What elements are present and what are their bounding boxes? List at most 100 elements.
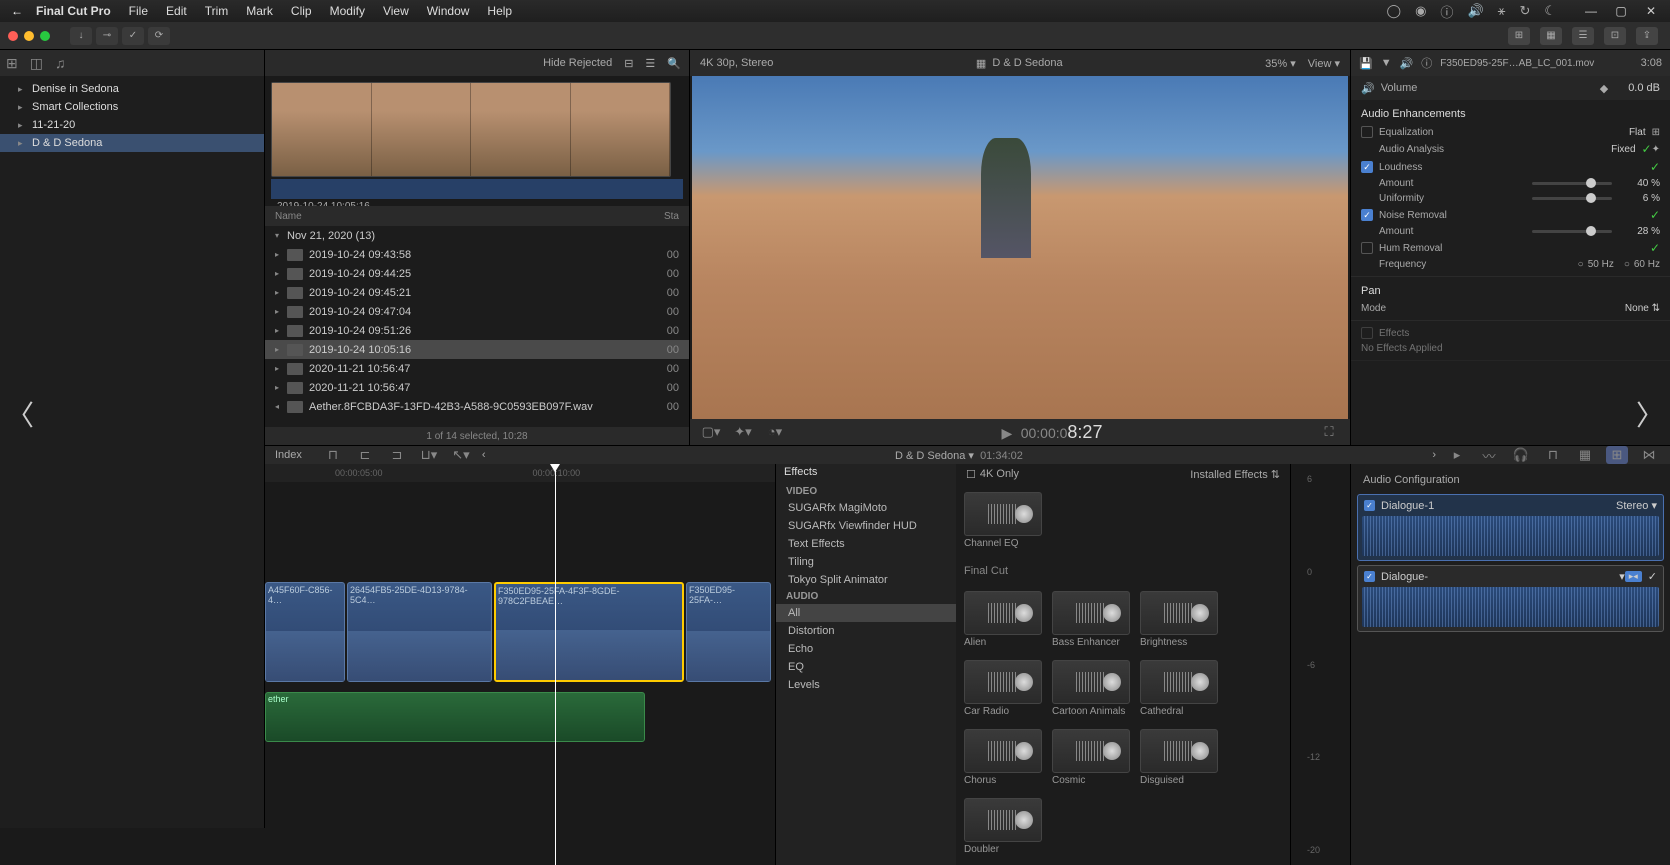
effect-thumb[interactable]: Brightness (1140, 591, 1218, 650)
effect-thumb[interactable]: Cartoon Animals (1052, 660, 1130, 719)
append-icon[interactable]: ⊐ (386, 446, 408, 464)
filmstrip[interactable]: 2019-10-24 10:05:16 (265, 76, 689, 206)
import-button[interactable]: ↓ (70, 27, 92, 45)
video-tab-icon[interactable]: ▼ (1381, 57, 1392, 69)
clip-row[interactable]: ▸2019-10-24 09:51:2600 (265, 321, 689, 340)
timeline-project[interactable]: D & D Sedona (895, 450, 965, 462)
window-close-icon[interactable]: ✕ (1640, 2, 1662, 20)
connect-icon[interactable]: ⊓ (322, 446, 344, 464)
clip-row[interactable]: ▸2020-11-21 10:56:4700 (265, 359, 689, 378)
tray-dnd-icon[interactable]: ☾ (1544, 3, 1556, 19)
loudness-checkbox[interactable]: ✓ (1361, 161, 1373, 173)
skimming-icon[interactable]: ▸ (1446, 446, 1468, 464)
retime-tool-icon[interactable]: ◔▾ (764, 423, 786, 441)
menu-view[interactable]: View (383, 4, 409, 18)
installed-effects-button[interactable]: Installed Effects ⇅ (1190, 468, 1280, 481)
timeline-clip[interactable]: F350ED95-25FA-… (686, 582, 771, 682)
menu-help[interactable]: Help (487, 4, 512, 18)
fx-category[interactable]: All (776, 604, 956, 622)
timeline-clip[interactable]: 26454FB5-25DE-4D13-9784-5C4… (347, 582, 492, 682)
menu-trim[interactable]: Trim (205, 4, 229, 18)
clip-row[interactable]: ▸2019-10-24 09:45:2100 (265, 283, 689, 302)
arrow-tool-icon[interactable]: ↖▾ (450, 446, 472, 464)
clip-group[interactable]: ▾Nov 21, 2020 (13) (265, 226, 689, 245)
fx-category[interactable]: Tokyo Split Animator (776, 571, 956, 589)
window-minimize-icon[interactable]: — (1580, 2, 1602, 20)
timeline-index-button[interactable]: Index (275, 449, 302, 461)
eq-icon[interactable]: ⊞ (1652, 127, 1660, 138)
tray-color-icon[interactable]: ◉ (1415, 3, 1426, 19)
lane-mode-select[interactable]: Stereo ▾ (1616, 499, 1657, 512)
library-icon[interactable]: ⊞ (6, 55, 18, 72)
save-icon[interactable]: 💾 (1359, 57, 1373, 70)
eq-checkbox[interactable] (1361, 126, 1373, 138)
menu-edit[interactable]: Edit (166, 4, 187, 18)
effect-thumb[interactable]: Cosmic (1052, 729, 1130, 788)
hum-60-radio[interactable]: ○ (1624, 259, 1630, 270)
sidebar-item-event2[interactable]: ▸D & D Sedona (0, 134, 264, 152)
clip-row[interactable]: ▸2020-11-21 10:56:4700 (265, 378, 689, 397)
col-start[interactable]: Sta (639, 211, 679, 222)
effect-thumb[interactable]: Bass Enhancer (1052, 591, 1130, 650)
tray-bluetooth-icon[interactable]: ⚹ (1498, 3, 1506, 19)
window-maximize-icon[interactable]: ▢ (1610, 2, 1632, 20)
lane-checkbox[interactable]: ✓ (1364, 500, 1375, 511)
browser-view-button[interactable]: ▦ (1540, 27, 1562, 45)
volume-value[interactable]: 0.0 dB (1628, 82, 1660, 94)
music-icon[interactable]: ♫ (55, 55, 66, 71)
fullscreen-icon[interactable]: ⛶ (1318, 423, 1340, 441)
menu-file[interactable]: File (129, 4, 148, 18)
audio-tab-icon[interactable]: 🔊 (1400, 57, 1414, 70)
effect-thumb[interactable]: Disguised (1140, 729, 1218, 788)
menu-modify[interactable]: Modify (330, 4, 365, 18)
clip-row[interactable]: ▸2019-10-24 09:43:5800 (265, 245, 689, 264)
clip-row[interactable]: ◂Aether.8FCBDA3F-13FD-42B3-A588-9C0593EB… (265, 397, 689, 416)
timeline-next-icon[interactable]: › (1432, 449, 1436, 461)
fx-category[interactable]: Distortion (776, 622, 956, 640)
timeline-view-button[interactable]: ☰ (1572, 27, 1594, 45)
transitions-icon[interactable]: ⋈ (1638, 446, 1660, 464)
clip-appearance-icon[interactable]: ▦ (1574, 446, 1596, 464)
share-button[interactable]: ⇪ (1636, 27, 1658, 45)
lane-checkbox[interactable]: ✓ (1364, 571, 1375, 582)
timeline-prev-icon[interactable]: ‹ (482, 449, 486, 461)
insert-icon[interactable]: ⊏ (354, 446, 376, 464)
minimize-button[interactable] (24, 31, 34, 41)
background-button[interactable]: ⟳ (148, 27, 170, 45)
hide-rejected-button[interactable]: Hide Rejected (543, 57, 612, 69)
close-button[interactable] (8, 31, 18, 41)
search-icon[interactable]: 🔍 (667, 57, 681, 70)
clip-appearance-icon[interactable]: ⊟ (624, 57, 633, 70)
fx-category[interactable]: SUGARfx Viewfinder HUD (776, 517, 956, 535)
tray-history-icon[interactable]: ↻ (1519, 3, 1530, 19)
overwrite-icon[interactable]: ⊔▾ (418, 446, 440, 464)
inspector-toggle-button[interactable]: ⊡ (1604, 27, 1626, 45)
transform-tool-icon[interactable]: ▢▾ (700, 423, 722, 441)
timeline-audio-clip[interactable]: ether (265, 692, 645, 742)
timeline-clip[interactable]: A45F60F-C856-4… (265, 582, 345, 682)
audio-lane[interactable]: ✓Dialogue-▾▸◂✓ (1357, 565, 1664, 632)
timeline-clip[interactable]: F350ED95-25FA-4F3F-8GDE-978C2FBEAE… (494, 582, 684, 682)
tray-sync-icon[interactable]: ◯ (1387, 3, 1402, 19)
noise-amount-slider[interactable] (1532, 230, 1612, 233)
fx-category[interactable]: Levels (776, 676, 956, 694)
tray-info-icon[interactable]: ⓘ (1440, 2, 1453, 21)
info-tab-icon[interactable]: ⓘ (1421, 55, 1432, 71)
effect-thumb[interactable]: Cathedral (1140, 660, 1218, 719)
magic-icon[interactable]: ✦ (1652, 144, 1660, 155)
playhead[interactable] (555, 464, 556, 865)
enhance-tool-icon[interactable]: ✦▾ (732, 423, 754, 441)
volume-keyframe-icon[interactable]: ◆ (1600, 82, 1608, 95)
4k-only-checkbox[interactable]: ☐ (966, 468, 976, 481)
fx-category[interactable]: EQ (776, 658, 956, 676)
loudness-amount-slider[interactable] (1532, 182, 1612, 185)
solo-icon[interactable]: 🎧 (1510, 446, 1532, 464)
clip-row[interactable]: ▸2019-10-24 09:47:0400 (265, 302, 689, 321)
snapping-icon[interactable]: ⊓ (1542, 446, 1564, 464)
play-icon[interactable]: ▶ (1002, 425, 1013, 441)
sidebar-item-smart[interactable]: ▸Smart Collections (0, 98, 264, 116)
hum-checkbox[interactable] (1361, 242, 1373, 254)
sidebar-item-event1[interactable]: ▸11-21-20 (0, 116, 264, 134)
hum-50-radio[interactable]: ○ (1578, 259, 1584, 270)
effect-thumb[interactable]: Alien (964, 591, 1042, 650)
